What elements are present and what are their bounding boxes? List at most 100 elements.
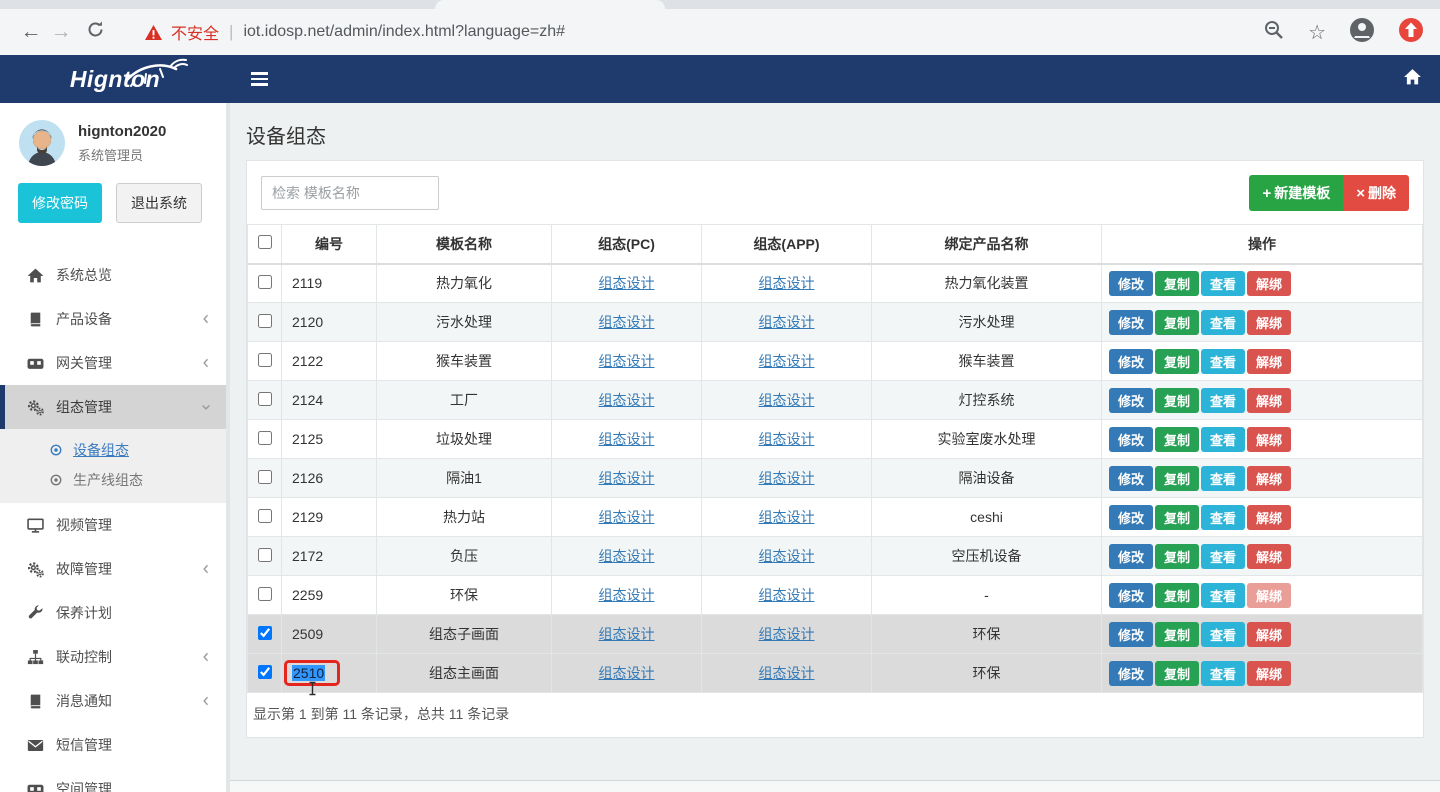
search-input[interactable] (261, 176, 439, 210)
brand-logo[interactable]: Hignton (0, 55, 230, 103)
unbind-button[interactable]: 解绑 (1247, 427, 1291, 452)
pc-design-link[interactable]: 组态设计 (599, 275, 655, 291)
sidebar-item-linkage-control[interactable]: 联动控制 (0, 635, 226, 679)
forward-icon[interactable]: → (46, 20, 76, 44)
sidebar-item-video-mgmt[interactable]: 视频管理 (0, 503, 226, 547)
pc-design-link[interactable]: 组态设计 (599, 392, 655, 408)
view-button[interactable]: 查看 (1201, 544, 1245, 569)
app-design-link[interactable]: 组态设计 (759, 587, 815, 603)
view-button[interactable]: 查看 (1201, 349, 1245, 374)
delete-button[interactable]: × 删除 (1343, 175, 1409, 211)
view-button[interactable]: 查看 (1201, 583, 1245, 608)
copy-button[interactable]: 复制 (1155, 505, 1199, 530)
edit-button[interactable]: 修改 (1109, 583, 1153, 608)
copy-button[interactable]: 复制 (1155, 622, 1199, 647)
unbind-button[interactable]: 解绑 (1247, 505, 1291, 530)
sidebar-item-product-device[interactable]: 产品设备 (0, 297, 226, 341)
sidebar-toggle-icon[interactable] (247, 63, 272, 95)
edit-button[interactable]: 修改 (1109, 349, 1153, 374)
app-design-link[interactable]: 组态设计 (759, 509, 815, 525)
change-password-button[interactable]: 修改密码 (18, 183, 102, 223)
edit-button[interactable]: 修改 (1109, 544, 1153, 569)
row-checkbox[interactable] (258, 665, 272, 679)
app-design-link[interactable]: 组态设计 (759, 626, 815, 642)
copy-button[interactable]: 复制 (1155, 271, 1199, 296)
row-checkbox[interactable] (258, 587, 272, 601)
view-button[interactable]: 查看 (1201, 271, 1245, 296)
sidebar-item-message-notify[interactable]: 消息通知 (0, 679, 226, 723)
new-template-button[interactable]: + 新建模板 (1249, 175, 1343, 211)
template-id[interactable]: 2510 (292, 665, 325, 681)
pc-design-link[interactable]: 组态设计 (599, 587, 655, 603)
view-button[interactable]: 查看 (1201, 505, 1245, 530)
app-design-link[interactable]: 组态设计 (759, 314, 815, 330)
copy-button[interactable]: 复制 (1155, 388, 1199, 413)
unbind-button[interactable]: 解绑 (1247, 583, 1291, 608)
pc-design-link[interactable]: 组态设计 (599, 314, 655, 330)
app-design-link[interactable]: 组态设计 (759, 548, 815, 564)
unbind-button[interactable]: 解绑 (1247, 661, 1291, 686)
editing-id-highlight-box[interactable]: 2510 (284, 660, 340, 686)
copy-button[interactable]: 复制 (1155, 583, 1199, 608)
sidebar-item-fault-mgmt[interactable]: 故障管理 (0, 547, 226, 591)
app-design-link[interactable]: 组态设计 (759, 470, 815, 486)
app-design-link[interactable]: 组态设计 (759, 392, 815, 408)
copy-button[interactable]: 复制 (1155, 661, 1199, 686)
browser-update-icon[interactable] (1398, 17, 1424, 48)
row-checkbox[interactable] (258, 275, 272, 289)
row-checkbox[interactable] (258, 431, 272, 445)
copy-button[interactable]: 复制 (1155, 466, 1199, 491)
view-button[interactable]: 查看 (1201, 661, 1245, 686)
pc-design-link[interactable]: 组态设计 (599, 548, 655, 564)
view-button[interactable]: 查看 (1201, 388, 1245, 413)
security-label[interactable]: 不安全 (171, 20, 219, 44)
pc-design-link[interactable]: 组态设计 (599, 626, 655, 642)
row-checkbox[interactable] (258, 626, 272, 640)
edit-button[interactable]: 修改 (1109, 388, 1153, 413)
row-checkbox[interactable] (258, 470, 272, 484)
pc-design-link[interactable]: 组态设计 (599, 509, 655, 525)
home-icon[interactable] (1403, 68, 1422, 91)
refresh-icon[interactable] (80, 20, 110, 45)
row-checkbox[interactable] (258, 314, 272, 328)
horizontal-scrollbar-track[interactable] (230, 780, 1440, 792)
edit-button[interactable]: 修改 (1109, 310, 1153, 335)
address-bar[interactable]: 不安全 | iot.idosp.net/admin/index.html?lan… (144, 20, 565, 44)
view-button[interactable]: 查看 (1201, 466, 1245, 491)
copy-button[interactable]: 复制 (1155, 544, 1199, 569)
select-all-checkbox[interactable] (258, 235, 272, 249)
copy-button[interactable]: 复制 (1155, 349, 1199, 374)
unbind-button[interactable]: 解绑 (1247, 466, 1291, 491)
row-checkbox[interactable] (258, 392, 272, 406)
view-button[interactable]: 查看 (1201, 622, 1245, 647)
unbind-button[interactable]: 解绑 (1247, 349, 1291, 374)
sidebar-subitem-line-scada[interactable]: 生产线组态 (0, 465, 226, 495)
unbind-button[interactable]: 解绑 (1247, 544, 1291, 569)
app-design-link[interactable]: 组态设计 (759, 275, 815, 291)
edit-button[interactable]: 修改 (1109, 271, 1153, 296)
sidebar-item-scada-mgmt[interactable]: 组态管理 (0, 385, 226, 429)
logout-button[interactable]: 退出系统 (116, 183, 202, 223)
zoom-out-icon[interactable] (1263, 19, 1285, 46)
url-text[interactable]: iot.idosp.net/admin/index.html?language=… (243, 23, 565, 41)
app-design-link[interactable]: 组态设计 (759, 431, 815, 447)
browser-tab[interactable] (435, 0, 665, 9)
edit-button[interactable]: 修改 (1109, 427, 1153, 452)
sidebar-subitem-device-scada[interactable]: 设备组态 (0, 435, 226, 465)
row-checkbox[interactable] (258, 548, 272, 562)
view-button[interactable]: 查看 (1201, 427, 1245, 452)
sidebar-item-sms-mgmt[interactable]: 短信管理 (0, 723, 226, 767)
edit-button[interactable]: 修改 (1109, 505, 1153, 530)
edit-button[interactable]: 修改 (1109, 466, 1153, 491)
sidebar-item-maintenance-plan[interactable]: 保养计划 (0, 591, 226, 635)
copy-button[interactable]: 复制 (1155, 310, 1199, 335)
unbind-button[interactable]: 解绑 (1247, 622, 1291, 647)
row-checkbox[interactable] (258, 353, 272, 367)
app-design-link[interactable]: 组态设计 (759, 665, 815, 681)
view-button[interactable]: 查看 (1201, 310, 1245, 335)
back-icon[interactable]: ← (16, 20, 46, 44)
profile-avatar-icon[interactable] (1349, 17, 1375, 48)
edit-button[interactable]: 修改 (1109, 661, 1153, 686)
sidebar-item-space-mgmt[interactable]: 空间管理 (0, 767, 226, 792)
pc-design-link[interactable]: 组态设计 (599, 353, 655, 369)
